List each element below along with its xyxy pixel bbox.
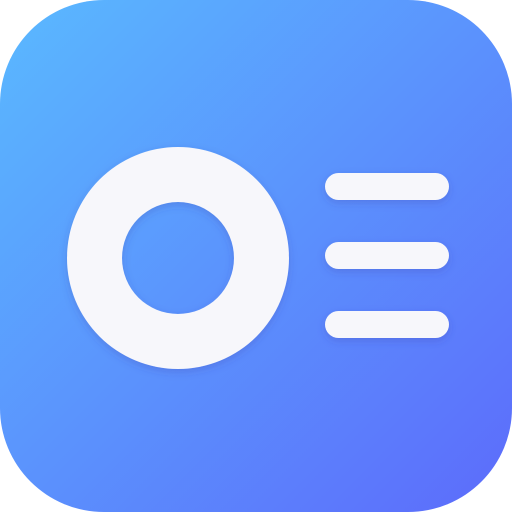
list-lines-icon: [325, 173, 449, 338]
canvas: [0, 0, 512, 512]
list-line-top: [325, 173, 449, 200]
app-icon: [0, 0, 512, 512]
list-line-bottom: [325, 311, 449, 338]
list-line-middle: [325, 242, 449, 269]
